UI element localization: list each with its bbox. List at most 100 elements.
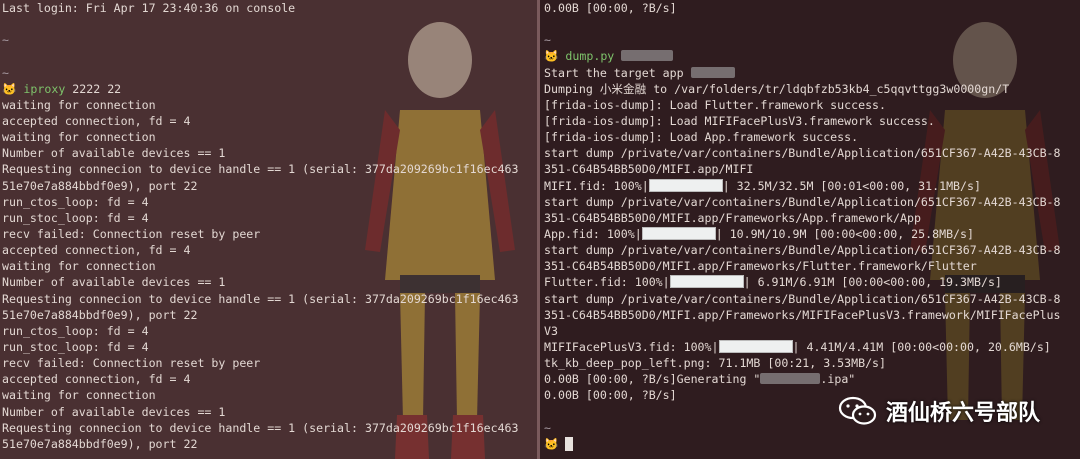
output-text: waiting for connection: [2, 259, 156, 274]
output-text: Requesting connecion to device handle ==…: [2, 291, 519, 306]
terminal-line: run_stoc_loop: fd = 4: [2, 210, 537, 226]
prompt-tilde: ~: [2, 33, 9, 48]
output-text: 0.00B [00:00, ?B/s]: [544, 388, 677, 403]
terminal-line: ~: [2, 65, 537, 81]
terminal-line: Requesting connecion to device handle ==…: [2, 291, 537, 307]
output-text: 51e70e7a884bbdf0e9), port 22: [2, 436, 198, 451]
output-text: tk_kb_deep_pop_left.png: 71.1MB [00:21, …: [544, 356, 887, 371]
terminal-line: [frida-ios-dump]: Load App.framework suc…: [544, 129, 1080, 145]
prompt-tilde: ~: [544, 33, 551, 48]
progress-label: MIFI.fid: 100%|: [544, 178, 649, 193]
progress-stats: | 6.91M/6.91M [00:00<00:00, 19.3MB/s]: [743, 275, 1002, 290]
progress-label: MIFIFacePlusV3.fid: 100%|: [544, 339, 719, 354]
terminal-line: App.fid: 100%| | 10.9M/10.9M [00:00<00:00…: [544, 226, 1080, 242]
output-text: waiting for connection: [2, 97, 156, 112]
command-name: iproxy: [23, 81, 66, 96]
terminal-line: waiting for connection: [2, 258, 537, 274]
terminal-line: 351-C64B54BB50D0/MIFI.app/MIFI: [544, 161, 1080, 177]
output-text: start dump /private/var/containers/Bundl…: [544, 194, 1061, 209]
progress-bar: [669, 275, 744, 289]
progress-label: App.fid: 100%|: [544, 226, 642, 241]
terminal-line: 🐱: [544, 436, 1080, 452]
progress-bar: [718, 339, 793, 353]
output-text: accepted connection, fd = 4: [2, 372, 191, 387]
output-text: [frida-ios-dump]: Load App.framework suc…: [544, 130, 859, 145]
prompt-cat-icon: 🐱: [544, 436, 559, 451]
wechat-icon: [838, 396, 877, 425]
output-text: 351-C64B54BB50D0/MIFI.app/Frameworks/App…: [544, 210, 921, 225]
terminal-line: ~: [544, 32, 1080, 48]
output-text: run_stoc_loop: fd = 4: [2, 339, 149, 354]
terminal-line: 351-C64B54BB50D0/MIFI.app/Frameworks/Flu…: [544, 258, 1080, 274]
prompt-cat-icon: 🐱: [544, 49, 559, 64]
progress-stats: | 10.9M/10.9M [00:00<00:00, 25.8MB/s]: [715, 226, 974, 241]
progress-bar: [641, 226, 716, 240]
command-name: dump.py: [565, 49, 615, 64]
terminal-line: 0.00B [00:00, ?B/s]Generating " .ipa": [544, 371, 1080, 387]
terminal-pane-left[interactable]: Last login: Fri Apr 17 23:40:36 on conso…: [0, 0, 537, 459]
output-text: Requesting connecion to device handle ==…: [2, 420, 519, 435]
output-text: waiting for connection: [2, 388, 156, 403]
output-text: Last login: Fri Apr 17 23:40:36 on conso…: [2, 1, 296, 15]
progress-stats: | 32.5M/32.5M [00:01<00:00, 31.1MB/s]: [722, 178, 981, 193]
terminal-line: 351-C64B54BB50D0/MIFI.app/Frameworks/App…: [544, 210, 1080, 226]
terminal-line: run_ctos_loop: fd = 4: [2, 194, 537, 210]
output-text: 351-C64B54BB50D0/MIFI.app/Frameworks/Flu…: [544, 259, 977, 274]
terminal-line: Number of available devices == 1: [2, 145, 537, 161]
terminal-line: Last login: Fri Apr 17 23:40:36 on conso…: [2, 0, 537, 16]
terminal-line: Start the target app: [544, 65, 1080, 81]
terminal-line: 51e70e7a884bbdf0e9), port 22: [2, 436, 537, 452]
output-text: waiting for connection: [2, 130, 156, 145]
output-text: Number of available devices == 1: [2, 146, 226, 161]
output-text: start dump /private/var/containers/Bundl…: [544, 291, 1061, 306]
output-text: run_stoc_loop: fd = 4: [2, 210, 149, 225]
terminal-line: V3: [544, 323, 1080, 339]
terminal-line: accepted connection, fd = 4: [2, 242, 537, 258]
output-text: recv failed: Connection reset by peer: [2, 356, 261, 371]
terminal-line: 51e70e7a884bbdf0e9), port 22: [2, 178, 537, 194]
prompt-tilde: ~: [2, 65, 9, 80]
terminal-pane-right[interactable]: 0.00B [00:00, ?B/s] ~ 🐱 dump.py Start the …: [540, 0, 1080, 459]
terminal-line: start dump /private/var/containers/Bundl…: [544, 194, 1080, 210]
output-text: [frida-ios-dump]: Load MIFIFacePlusV3.fr…: [544, 113, 935, 128]
terminal-line: 🐱 dump.py: [544, 48, 1080, 64]
terminal-line: start dump /private/var/containers/Bundl…: [544, 242, 1080, 258]
terminal-line: waiting for connection: [2, 129, 537, 145]
output-text: run_ctos_loop: fd = 4: [2, 323, 149, 338]
output-text: 51e70e7a884bbdf0e9), port 22: [2, 178, 198, 193]
terminal-output-left: Last login: Fri Apr 17 23:40:36 on conso…: [2, 0, 537, 452]
output-text: accepted connection, fd = 4: [2, 113, 191, 128]
progress-stats: | 4.41M/4.41M [00:00<00:00, 20.6MB/s]: [792, 339, 1051, 354]
output-text: Number of available devices == 1: [2, 404, 226, 419]
output-text: 51e70e7a884bbdf0e9), port 22: [2, 307, 198, 322]
progress-bar: [648, 178, 723, 192]
terminal-line: ~: [2, 32, 537, 48]
output-text: run_ctos_loop: fd = 4: [2, 194, 149, 209]
output-text: start dump /private/var/containers/Bundl…: [544, 146, 1061, 161]
terminal-output-right: 0.00B [00:00, ?B/s] ~ 🐱 dump.py Start the …: [544, 0, 1080, 452]
terminal-line: run_ctos_loop: fd = 4: [2, 323, 537, 339]
terminal-line: Requesting connecion to device handle ==…: [2, 161, 537, 177]
terminal-line: 51e70e7a884bbdf0e9), port 22: [2, 307, 537, 323]
prompt-cat-icon: 🐱: [2, 81, 17, 96]
terminal-line: Dumping 小米金融 to /var/folders/tr/ldqbfzb5…: [544, 81, 1080, 97]
terminal-line: start dump /private/var/containers/Bundl…: [544, 291, 1080, 307]
output-text: recv failed: Connection reset by peer: [2, 226, 261, 241]
terminal-line: MIFIFacePlusV3.fid: 100%| | 4.41M/4.41M […: [544, 339, 1080, 355]
terminal-line: tk_kb_deep_pop_left.png: 71.1MB [00:21, …: [544, 355, 1080, 371]
terminal-line: waiting for connection: [2, 387, 537, 403]
terminal-line: Flutter.fid: 100%| | 6.91M/6.91M [00:00<0…: [544, 274, 1080, 290]
redacted-text: [760, 373, 821, 385]
terminal-line: accepted connection, fd = 4: [2, 113, 537, 129]
output-text: Requesting connecion to device handle ==…: [2, 162, 519, 177]
output-text: [frida-ios-dump]: Load Flutter.framework…: [544, 97, 887, 112]
redacted-text: [690, 66, 735, 78]
output-text: .ipa": [820, 372, 856, 387]
terminal-cursor: [565, 436, 574, 451]
watermark-text: 酒仙桥六号部队: [885, 401, 1040, 426]
output-text: 0.00B [00:00, ?B/s]: [544, 1, 677, 15]
terminal-line: accepted connection, fd = 4: [2, 371, 537, 387]
output-text: start dump /private/var/containers/Bundl…: [544, 243, 1061, 258]
